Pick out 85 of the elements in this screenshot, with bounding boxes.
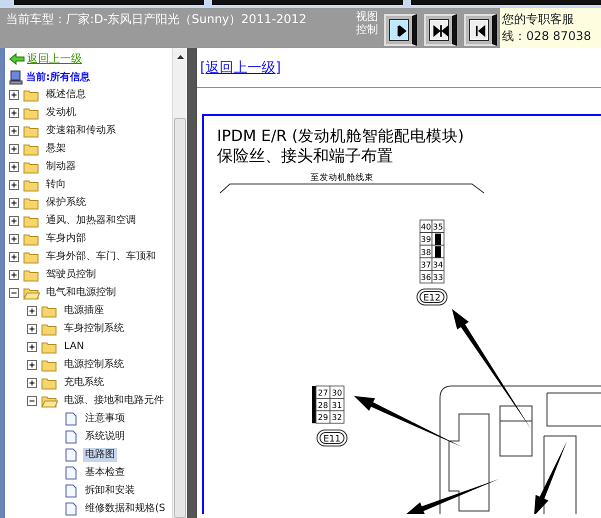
current-location-text: 当前:所有信息 — [26, 70, 90, 84]
tree-folder-item[interactable]: 制动器 — [44, 160, 78, 174]
folder-icon — [41, 322, 58, 336]
tree-folder-item[interactable]: 车身内部 — [44, 232, 88, 246]
page-icon — [65, 448, 77, 462]
expand-icon[interactable] — [27, 324, 38, 334]
back-link[interactable]: 返回上一级 — [27, 50, 82, 68]
folder-icon — [23, 214, 40, 228]
tree-folder-item[interactable]: 充电系统 — [62, 376, 106, 390]
open-folder-icon — [41, 394, 58, 408]
expand-icon[interactable] — [9, 108, 20, 118]
page-icon — [65, 484, 77, 498]
expand-icon[interactable] — [9, 216, 20, 226]
expand-icon[interactable] — [9, 180, 20, 190]
diagram-title: 保险丝、接头和端子布置 — [217, 146, 393, 165]
back-link[interactable]: [返回上一级] — [200, 60, 281, 76]
folder-icon — [23, 88, 40, 102]
folder-icon — [23, 124, 40, 138]
collapse-icon[interactable] — [27, 396, 38, 406]
service-text: 您的专职客服 — [502, 11, 576, 28]
expand-icon[interactable] — [9, 270, 20, 280]
back-arrow-icon — [9, 53, 25, 65]
expand-icon[interactable] — [9, 126, 20, 136]
tree-folder-item[interactable]: 驾驶员控制 — [44, 268, 98, 282]
page-icon — [65, 430, 77, 444]
tree-folder-item[interactable]: 电源插座 — [62, 304, 106, 318]
expand-icon[interactable] — [9, 234, 20, 244]
open-folder-icon — [23, 286, 40, 300]
folder-icon — [23, 232, 40, 246]
computer-icon — [9, 70, 23, 84]
folder-icon — [41, 340, 58, 354]
tree-folder-item[interactable]: LAN — [62, 340, 86, 354]
expand-icon[interactable] — [9, 198, 20, 208]
tree-folder-item[interactable]: 转向 — [44, 178, 68, 192]
folder-icon — [23, 178, 40, 192]
collapse-icon[interactable] — [9, 288, 20, 298]
tree-folder-item[interactable]: 车身控制系统 — [62, 322, 126, 336]
folder-icon — [23, 268, 40, 282]
folder-icon — [23, 250, 40, 264]
tree-folder-item[interactable]: 悬架 — [44, 142, 68, 156]
expand-icon[interactable] — [27, 342, 38, 352]
view-toggle-button[interactable] — [464, 14, 498, 46]
folder-icon — [41, 376, 58, 390]
tree-folder-item[interactable]: 车身外部、车门、车顶和 — [44, 250, 158, 264]
folder-icon — [23, 142, 40, 156]
folder-icon — [23, 160, 40, 174]
tree-page-item[interactable]: 基本检查 — [83, 466, 127, 480]
expand-icon[interactable] — [9, 144, 20, 154]
tree-folder-item[interactable]: 电气和电源控制 — [44, 286, 118, 300]
tree-page-item[interactable]: 系统说明 — [83, 430, 127, 444]
expand-icon[interactable] — [9, 252, 20, 262]
folder-icon — [23, 196, 40, 210]
expand-icon[interactable] — [27, 306, 38, 316]
harness-label: 至发动机舱线束 — [310, 173, 374, 183]
tree-page-item[interactable]: 电路图 — [83, 448, 117, 462]
expand-icon[interactable] — [27, 378, 38, 388]
page-icon — [65, 466, 77, 480]
connector-label: E12 — [416, 288, 448, 306]
expand-icon[interactable] — [9, 90, 20, 100]
tree-folder-item[interactable]: 变速箱和传动系 — [44, 124, 118, 138]
view-control-label: 视图控制 — [356, 10, 379, 36]
view-toggle-button[interactable] — [384, 14, 418, 46]
tree-page-item[interactable]: 维修数据和规格(S — [83, 502, 168, 516]
tree-folder-item[interactable]: 概述信息 — [44, 88, 88, 102]
view-toggle-button[interactable] — [424, 14, 458, 46]
connector-pin-grid: 27 30 28 31 29 32 — [312, 386, 344, 424]
connector-label: E11 — [316, 430, 348, 446]
scrollbar[interactable] — [172, 48, 188, 518]
page-icon — [65, 412, 77, 426]
diagram-title: IPDM E/R (发动机舱智能配电模块) — [217, 127, 464, 145]
tree-folder-item[interactable]: 保护系统 — [44, 196, 88, 210]
tree-folder-item[interactable]: 电源、接地和电路元件 — [62, 394, 166, 408]
folder-icon — [41, 358, 58, 372]
tree-page-item[interactable]: 拆卸和安装 — [83, 484, 137, 498]
vehicle-model-text: 当前车型：厂家:D-东风日产阳光（Sunny）2011-2012 — [5, 11, 308, 28]
folder-icon — [23, 106, 40, 120]
connector-pin-grid: 40 35 39 38 37 34 36 33 — [420, 220, 444, 284]
tree-folder-item[interactable]: 电源控制系统 — [62, 358, 126, 372]
service-text: 线：028 87038 — [502, 28, 592, 45]
folder-icon — [41, 304, 58, 318]
tree-folder-item[interactable]: 通风、加热器和空调 — [44, 214, 138, 228]
tree-folder-item[interactable]: 发动机 — [44, 106, 78, 120]
tree-page-item[interactable]: 注意事项 — [83, 412, 127, 426]
expand-icon[interactable] — [9, 162, 20, 172]
expand-icon[interactable] — [27, 360, 38, 370]
